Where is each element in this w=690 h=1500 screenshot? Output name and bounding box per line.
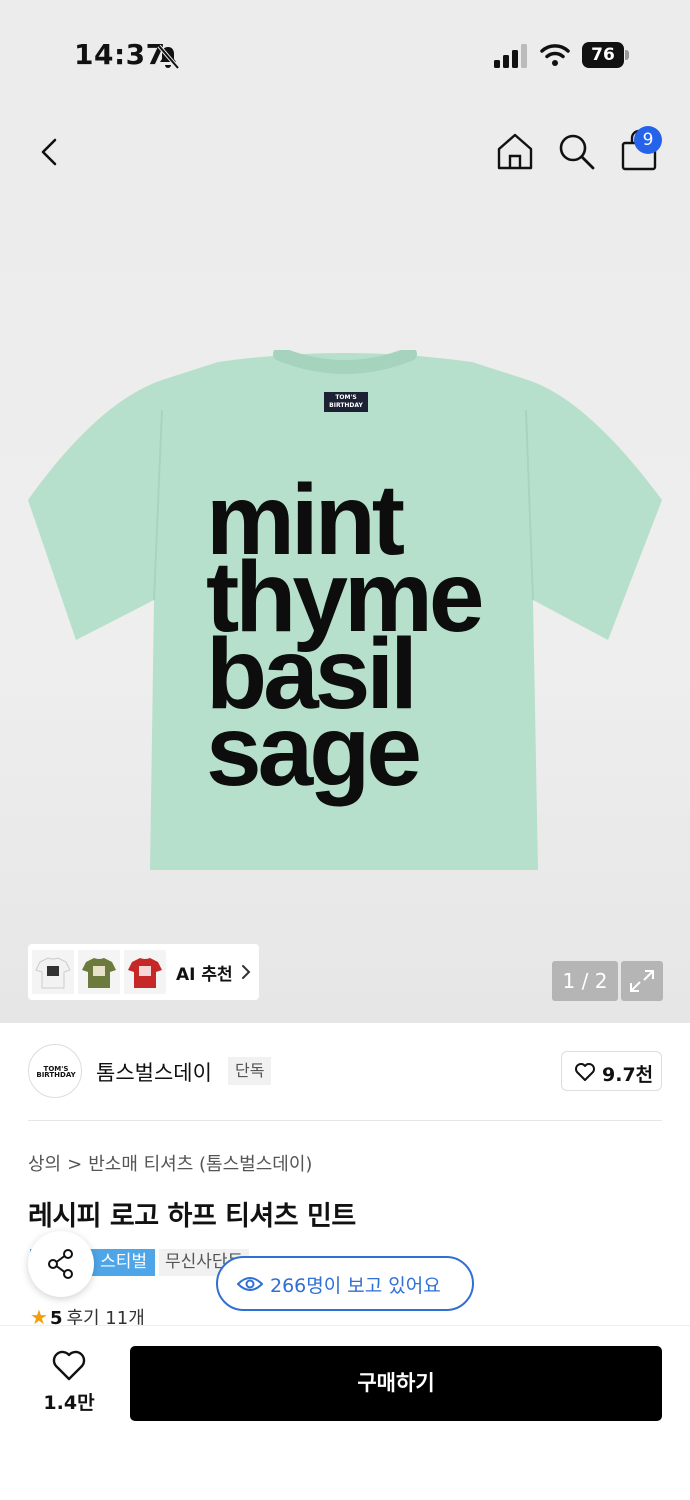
ai-thumb[interactable] (78, 950, 120, 994)
search-icon[interactable] (556, 130, 596, 172)
status-time: 14:37 (74, 38, 166, 71)
brand-like-button[interactable]: 9.7천 (561, 1051, 662, 1091)
brand-exclusive-tag: 단독 (228, 1057, 272, 1085)
label-line-1: TOM'S (335, 394, 357, 401)
viewers-text: 266명이 보고 있어요 (270, 1275, 441, 1297)
wifi-icon (540, 44, 570, 66)
battery-indicator: 76 (582, 42, 629, 68)
brand-name[interactable]: 톰스벌스데이 (96, 1057, 212, 1087)
viewers-count-pill: 266명이 보고 있어요 (216, 1256, 474, 1311)
wishlist-button[interactable]: 1.4만 (38, 1350, 100, 1420)
cart-count-badge: 9 (634, 126, 662, 154)
heart-icon (52, 1350, 86, 1381)
breadcrumb-separator-icon: > (67, 1154, 83, 1175)
bell-off-icon (157, 44, 180, 70)
breadcrumb-subcategory[interactable]: 반소매 티셔츠 (톰스벌스데이) (88, 1154, 312, 1175)
brand-logo-text: TOM'S BIRTHDAY (36, 1065, 76, 1079)
heart-icon (575, 1063, 595, 1081)
ai-thumb[interactable] (32, 950, 74, 994)
ai-recommend-card[interactable]: AI 추천 (28, 944, 259, 1000)
brand-like-count: 9.7천 (602, 1064, 654, 1086)
buy-button[interactable]: 구매하기 (130, 1346, 662, 1421)
signal-icon (494, 44, 527, 68)
bottom-action-bar: 1.4만 구매하기 (0, 1325, 690, 1500)
product-gallery[interactable]: 9 TOM'S BIRTHDAY mint thyme basil sage A… (0, 110, 690, 1023)
ai-thumb[interactable] (124, 950, 166, 994)
battery-level: 76 (582, 42, 624, 68)
back-icon[interactable] (30, 132, 70, 172)
ai-recommend-label: AI 추천 (176, 965, 233, 985)
breadcrumb: 상의 > 반소매 티셔츠 (톰스벌스데이) (28, 1150, 312, 1176)
product-title: 레시피 로고 하프 티셔츠 민트 (28, 1201, 356, 1232)
expand-button[interactable] (621, 961, 663, 1001)
label-line-2: BIRTHDAY (329, 402, 363, 409)
home-icon[interactable] (494, 130, 536, 172)
gallery-page-indicator: 1 / 2 (552, 961, 618, 1001)
status-bar: 14:37 76 (0, 0, 690, 110)
brand-logo[interactable]: TOM'S BIRTHDAY (28, 1044, 82, 1098)
eye-icon (237, 1277, 263, 1291)
wishlist-count: 1.4만 (43, 1392, 95, 1414)
divider (28, 1120, 662, 1121)
expand-icon (630, 970, 654, 992)
chevron-right-icon (242, 965, 251, 979)
breadcrumb-category[interactable]: 상의 (28, 1154, 61, 1175)
print-line: sage (206, 695, 422, 807)
shirt-print-text: mint thyme basil sage (206, 470, 485, 807)
share-icon (48, 1249, 73, 1279)
shirt-brand-label: TOM'S BIRTHDAY (324, 392, 368, 412)
share-button[interactable] (28, 1231, 94, 1297)
